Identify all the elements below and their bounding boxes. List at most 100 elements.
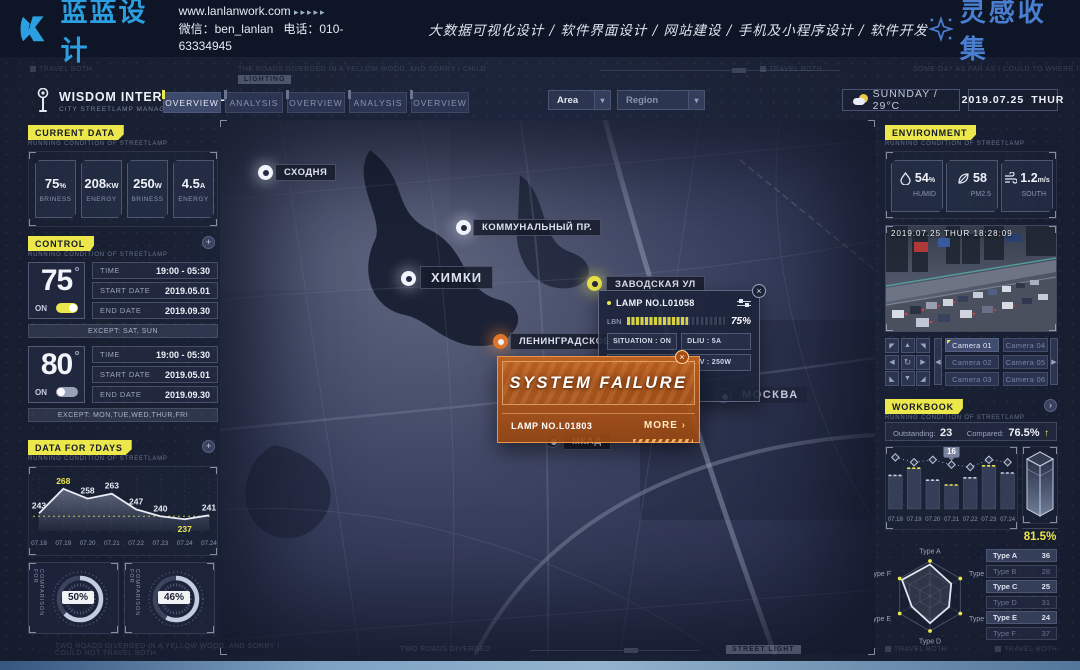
close-icon[interactable]: ×: [752, 284, 766, 298]
pan-up-right-button[interactable]: ◥: [916, 338, 930, 353]
camera-05-button[interactable]: Camera 05: [1003, 355, 1048, 369]
svg-text:Type A: Type A: [919, 549, 941, 556]
up-arrow-icon: ↑: [1044, 428, 1049, 439]
type-row-e[interactable]: Type E24: [986, 611, 1057, 624]
map-label-skhodnya[interactable]: СХОДНЯ: [275, 164, 336, 181]
map-pin-leningradskoe[interactable]: [493, 334, 508, 349]
decor-checkbox-travel-both-3: TRAVEL BOTH: [885, 646, 947, 653]
status-dot: [607, 301, 611, 305]
schedule-2-except: EXCEPT: MON,TUE,WED,THUR,FRI: [28, 408, 218, 422]
tab-overview-1[interactable]: OVERVIEW: [163, 92, 221, 113]
schedule-1-end-row: END DATE2019.09.30: [92, 302, 218, 319]
popup-cell-current: DLIU : 5A: [681, 333, 751, 350]
schedule-1-time-row: TIME19:00 - 05:30: [92, 262, 218, 279]
brightness-box-2: 80 ON: [28, 346, 85, 403]
map-label-kommunalny[interactable]: КОММУНАЛЬНЫЙ ПР.: [473, 219, 601, 236]
decor-slider-bottom: [530, 650, 700, 651]
camera-list-next-button[interactable]: ▶: [1050, 338, 1058, 385]
compared-label: Compared:: [967, 429, 1004, 438]
inspiration-logo: 灵感收集: [928, 0, 1060, 66]
seven-days-add-button[interactable]: +: [202, 440, 215, 453]
weekday-text: THUR: [1031, 94, 1064, 106]
type-radar-chart: Type AType BType CType DType EType F: [874, 543, 986, 647]
more-button[interactable]: MORE ›: [644, 420, 686, 431]
section-subtitle: RUNNING CONDITION OF STREETLAMP: [28, 456, 168, 462]
inspiration-logo-text: 灵感收集: [960, 0, 1060, 66]
tab-overview-2[interactable]: OVERVIEW: [287, 92, 345, 113]
pan-up-button[interactable]: ▲: [901, 338, 915, 353]
map-pin-skhodnya[interactable]: [258, 165, 273, 180]
hatch-decor: [633, 439, 693, 443]
lbn-percent: 75%: [731, 316, 751, 327]
camera-02-button[interactable]: Camera 02: [945, 355, 999, 369]
decor-checkbox-travel-both-2: TRAVEL BOTH: [760, 66, 822, 73]
type-row-b[interactable]: Type B28: [986, 565, 1057, 578]
svg-text:Type B: Type B: [969, 571, 986, 578]
section-subtitle: RUNNING CONDITION OF STREETLAMP: [885, 415, 1025, 421]
brightness-progressbar[interactable]: [627, 317, 725, 325]
pan-up-left-button[interactable]: ◤: [885, 338, 899, 353]
lamp-popup-title: LAMP NO.L01058: [616, 298, 737, 308]
workbook-more-button[interactable]: ›: [1044, 399, 1057, 412]
settings-sliders-icon[interactable]: [737, 298, 751, 309]
svg-text:Type D: Type D: [919, 639, 941, 646]
promo-banner: 蓝蓝设计 www.lanlanwork.com ▸▸▸▸▸ 微信：ben_lan…: [0, 0, 1080, 57]
workbook-percent: 81.5%: [1022, 528, 1058, 543]
date-text: 2019.07.25: [962, 94, 1025, 106]
brightness-box-1: 75 ON: [28, 262, 85, 319]
lanlan-logo-icon: [18, 9, 53, 49]
camera-list-prev-button[interactable]: ◀: [934, 338, 942, 385]
decor-checkbox-travel-both-4: TRAVEL BOTH: [995, 646, 1057, 653]
tab-analysis-2[interactable]: ANALYSIS: [349, 92, 407, 113]
date-widget: 2019.07.25THUR: [968, 89, 1058, 111]
section-label-environment: ENVIRONMENT: [885, 125, 976, 140]
close-icon[interactable]: ×: [675, 350, 689, 364]
chevron-right-icon: ›: [682, 420, 686, 431]
outstanding-label: Outstanding:: [893, 429, 936, 438]
map-pin-kommunalny[interactable]: [456, 220, 471, 235]
section-subtitle: RUNNING CONDITION OF STREETLAMP: [885, 141, 1025, 147]
section-label-current-data: CURRENT DATA: [28, 125, 124, 140]
weather-widget: SUNNDAY / 29°C: [842, 89, 960, 111]
region-select[interactable]: Region▾: [617, 90, 705, 110]
pan-left-button[interactable]: ◀: [885, 355, 899, 370]
type-row-c[interactable]: Type C25: [986, 580, 1057, 593]
type-row-d[interactable]: Type D31: [986, 596, 1057, 609]
camera-03-button[interactable]: Camera 03: [945, 372, 999, 386]
popup-cell-situation: SITUATION : ON: [607, 333, 677, 350]
schedule-2-toggle[interactable]: [56, 387, 78, 397]
map-pin-zavodskaya[interactable]: [587, 276, 602, 291]
website-link[interactable]: www.lanlanwork.com: [179, 4, 291, 18]
type-row-f[interactable]: Type F37: [986, 627, 1057, 640]
tab-overview-3[interactable]: OVERVIEW: [411, 92, 469, 113]
tab-analysis-1[interactable]: ANALYSIS: [225, 92, 283, 113]
camera-01-button[interactable]: Camera 01: [945, 338, 999, 352]
type-row-a[interactable]: Type A36: [986, 549, 1057, 562]
tab-bar: OVERVIEW ANALYSIS OVERVIEW ANALYSIS OVER…: [163, 92, 469, 113]
workbook-stats-row: Outstanding: 23 Compared: 76.5% ↑: [885, 422, 1057, 441]
brand-name: 蓝蓝设计: [61, 0, 161, 68]
camera-dpad: ◤ ▲ ◥ ◀ ↻ ▶ ◣ ▼ ◢: [885, 338, 931, 386]
camera-06-button[interactable]: Camera 06: [1003, 372, 1048, 386]
control-add-button[interactable]: +: [202, 236, 215, 249]
bottom-accent-strip: [0, 661, 1080, 670]
pan-down-button[interactable]: ▼: [901, 371, 915, 386]
map-pin-khimki[interactable]: [401, 271, 416, 286]
map-label-khimki[interactable]: ХИМКИ: [420, 266, 493, 289]
camera-04-button[interactable]: Camera 04: [1003, 338, 1048, 352]
pan-down-left-button[interactable]: ◣: [885, 371, 899, 386]
weather-text: SUNNDAY / 29°C: [873, 88, 949, 112]
pan-right-button[interactable]: ▶: [916, 355, 930, 370]
lbn-label: LBN: [607, 317, 622, 326]
outstanding-value: 23: [940, 427, 952, 439]
reset-view-button[interactable]: ↻: [901, 355, 915, 370]
contact-block: www.lanlanwork.com ▸▸▸▸▸ 微信：ben_lanlan 电…: [179, 3, 369, 55]
arrows-decor: ▸▸▸▸▸: [294, 7, 327, 17]
schedule-1-toggle[interactable]: [56, 303, 78, 313]
failure-title: SYSTEM FAILURE: [509, 374, 687, 393]
wechat-id: 微信：ben_lanlan: [179, 22, 274, 36]
area-select[interactable]: Area▾: [548, 90, 611, 110]
services-list: 大数据可视化设计 / 软件界面设计 / 网站建设 / 手机及小程序设计 / 软件…: [428, 19, 928, 39]
pan-down-right-button[interactable]: ◢: [916, 371, 930, 386]
brightness-value-1: 75: [29, 264, 84, 298]
